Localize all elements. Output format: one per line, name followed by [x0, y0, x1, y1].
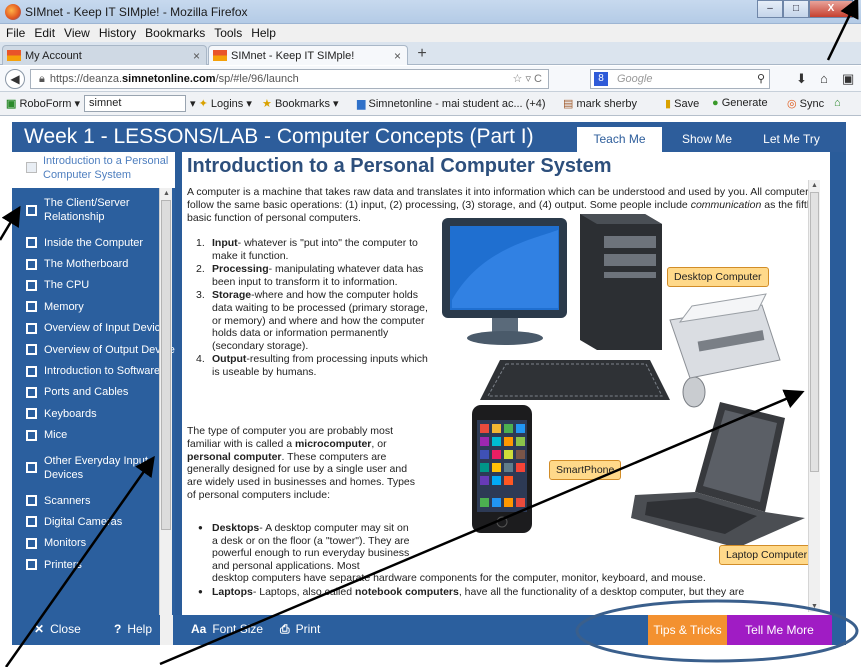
annotation-overlay [0, 0, 859, 667]
annotation-ellipse [575, 599, 859, 663]
annotation-arrow [159, 389, 805, 666]
annotation-arrow [0, 205, 21, 241]
annotation-arrow [4, 455, 155, 667]
annotation-arrow [826, 0, 859, 61]
